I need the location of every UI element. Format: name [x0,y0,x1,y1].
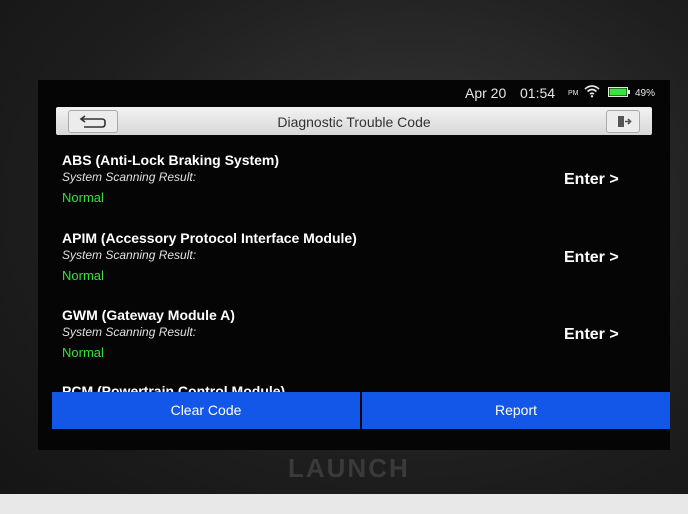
scan-result-label: System Scanning Result: [62,170,197,184]
brand-logo: LAUNCH [288,453,410,483]
scan-result-status: Normal [62,345,104,360]
scan-result-status: Normal [62,268,104,283]
status-time: 01:54 [520,85,556,101]
exit-icon [618,116,632,127]
device-screen: Apr 20 01:54 PM 49% Diagnostic Trouble C… [38,80,670,450]
module-name: GWM (Gateway Module A) [62,307,235,323]
scan-result-label: System Scanning Result: [62,325,197,339]
battery-icon [608,87,630,97]
module-abs[interactable]: ABS (Anti-Lock Braking System) System Sc… [62,152,652,224]
bezel-bottom-edge [0,494,688,514]
wifi-icon [584,85,600,98]
action-bar: Clear Code Report [52,392,670,429]
report-button[interactable]: Report [362,392,670,429]
status-date: Apr 20 [465,85,507,101]
enter-button[interactable]: Enter > [564,171,619,189]
enter-button[interactable]: Enter > [564,326,619,344]
module-gwm[interactable]: GWM (Gateway Module A) System Scanning R… [62,307,652,379]
exit-button[interactable] [606,110,640,133]
battery-percent: 49% [635,88,656,99]
clear-code-button[interactable]: Clear Code [52,392,360,429]
status-bar: Apr 20 01:54 PM 49% [38,80,670,104]
title-bar: Diagnostic Trouble Code [56,107,652,135]
status-ampm: PM [568,90,579,97]
scan-result-label: System Scanning Result: [62,248,197,262]
page-title: Diagnostic Trouble Code [277,114,431,130]
module-name: APIM (Accessory Protocol Interface Modul… [62,230,357,246]
module-apim[interactable]: APIM (Accessory Protocol Interface Modul… [62,230,652,302]
enter-button[interactable]: Enter > [564,249,619,267]
scan-result-status: Normal [62,190,104,205]
module-name: ABS (Anti-Lock Braking System) [62,152,280,168]
